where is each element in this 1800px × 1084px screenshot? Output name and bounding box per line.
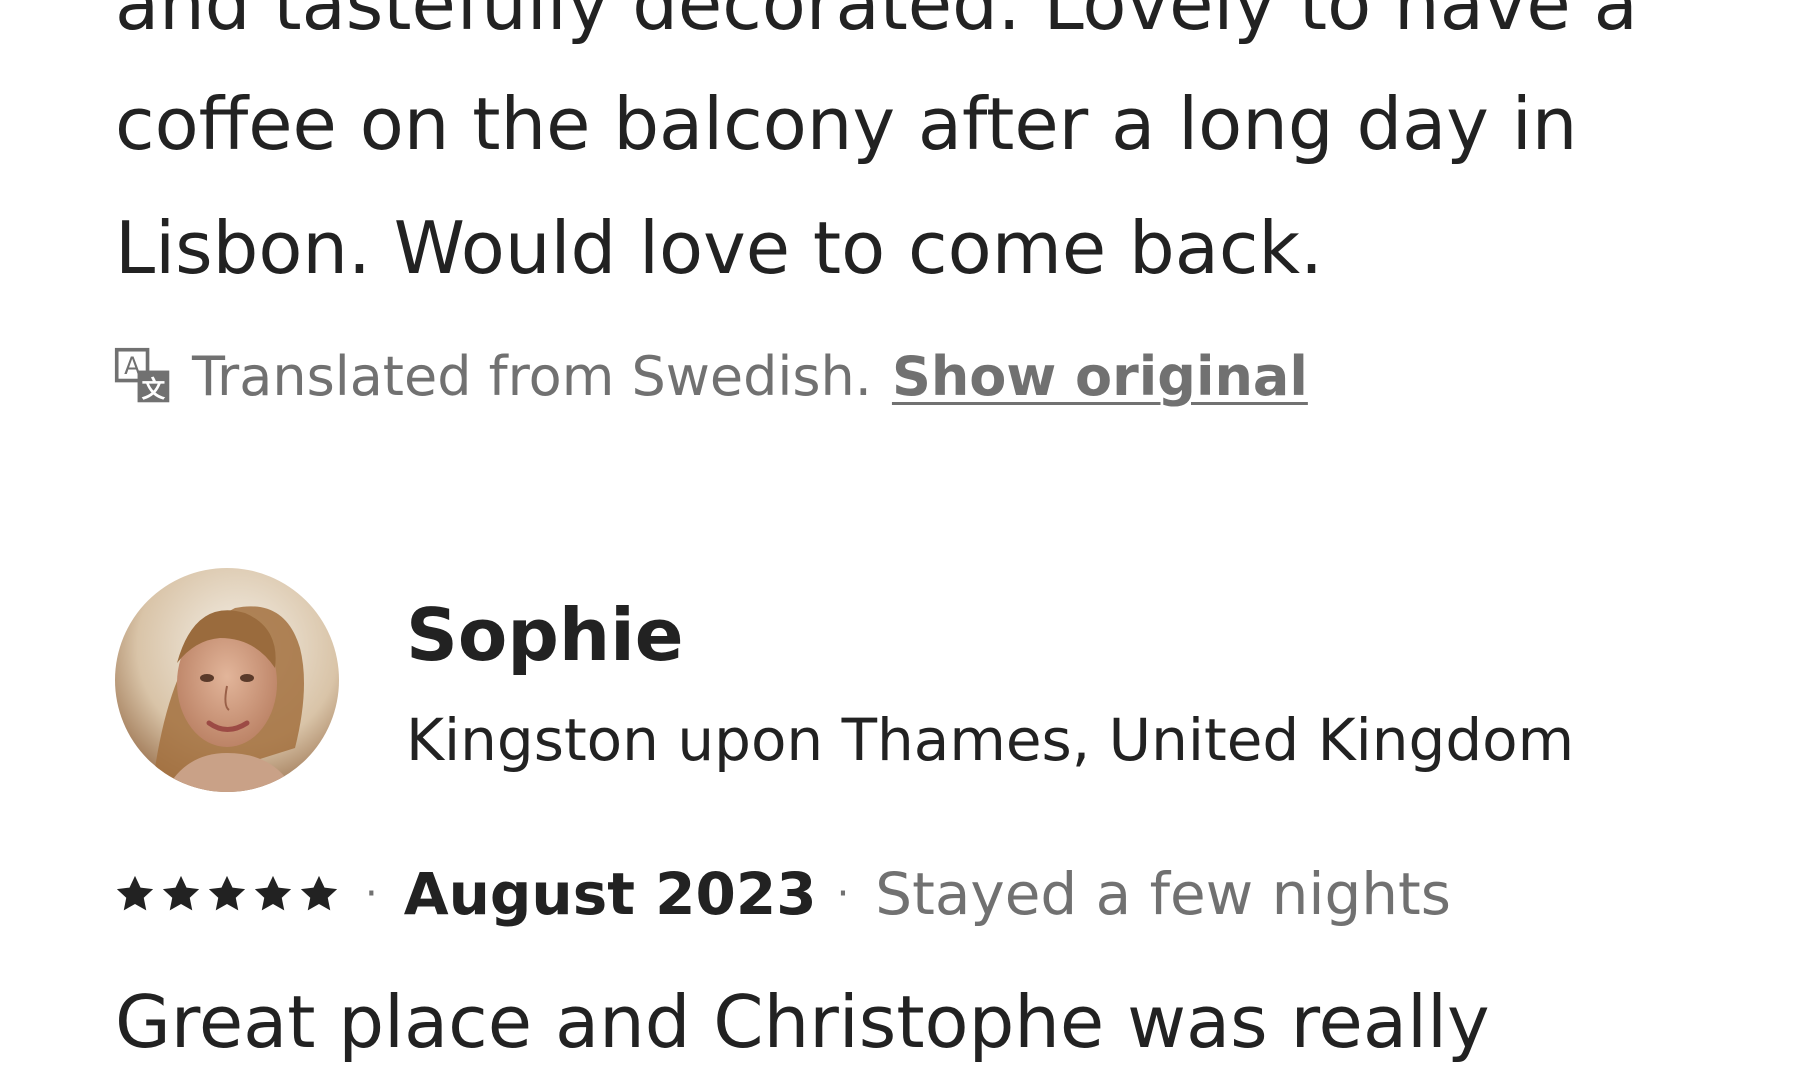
- star-icon: [208, 875, 246, 911]
- separator-dot: ·: [365, 871, 378, 917]
- star-icon: [162, 875, 200, 911]
- svg-text:文: 文: [142, 375, 166, 403]
- reviewer-location: Kingston upon Thames, United Kingdom: [406, 706, 1575, 774]
- review-text-line: Lisbon. Would love to come back.: [115, 206, 1324, 290]
- avatar[interactable]: [115, 568, 339, 792]
- review-text-line: Great place and Christophe was really: [115, 980, 1490, 1064]
- avatar-photo: [115, 568, 339, 792]
- star-icon: [254, 875, 292, 911]
- separator-dot: ·: [836, 871, 850, 917]
- show-original-link[interactable]: Show original: [892, 345, 1308, 408]
- star-icon: [116, 875, 154, 911]
- review-text-line: coffee on the balcony after a long day i…: [115, 82, 1578, 166]
- review-date: August 2023: [403, 860, 817, 928]
- stay-length: Stayed a few nights: [875, 860, 1452, 928]
- review-meta: · August 2023 · Stayed a few nights: [115, 856, 1451, 932]
- reviewer-name[interactable]: Sophie: [406, 590, 684, 680]
- review-text-line: and tastefully decorated. Lovely to have…: [115, 0, 1638, 46]
- translation-note-row: A 文 Translated from Swedish. Show origin…: [114, 344, 1308, 408]
- star-rating: [115, 874, 345, 914]
- star-icon: [300, 875, 338, 911]
- translate-icon: A 文: [114, 347, 170, 403]
- translation-note: Translated from Swedish.: [192, 344, 872, 408]
